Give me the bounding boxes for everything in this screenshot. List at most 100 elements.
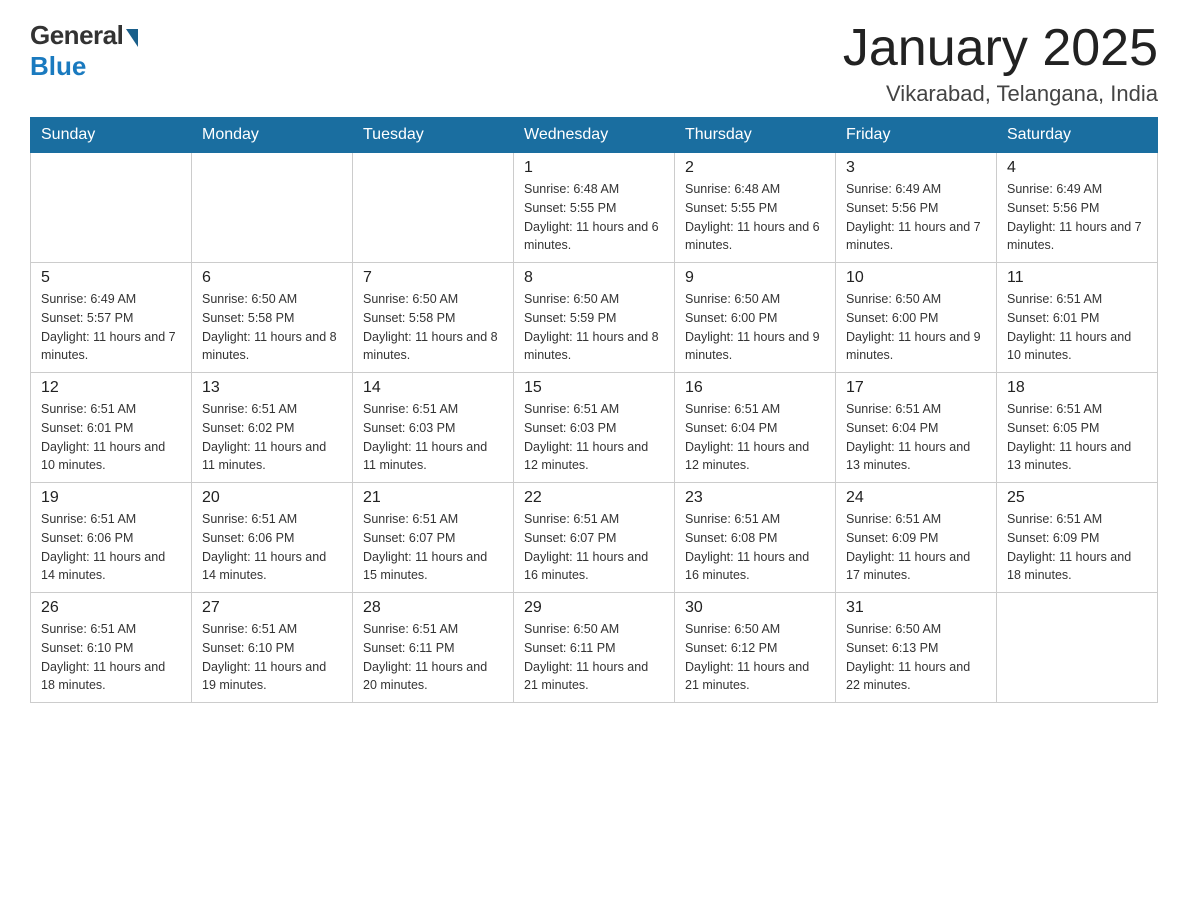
day-number: 2 (685, 159, 825, 177)
day-cell-16: 16Sunrise: 6:51 AMSunset: 6:04 PMDayligh… (675, 373, 836, 483)
day-info: Sunrise: 6:49 AMSunset: 5:56 PMDaylight:… (846, 180, 986, 255)
column-header-sunday: Sunday (31, 118, 192, 153)
day-cell-6: 6 Sunrise: 6:50 AMSunset: 5:58 PMDaylight… (192, 263, 353, 373)
day-info: Sunrise: 6:51 AMSunset: 6:01 PMDaylight:… (1007, 290, 1147, 365)
day-cell-21: 21Sunrise: 6:51 AMSunset: 6:07 PMDayligh… (353, 483, 514, 593)
day-number: 18 (1007, 379, 1147, 397)
day-number: 5 (41, 269, 181, 287)
day-info: Sunrise: 6:51 AMSunset: 6:09 PMDaylight:… (846, 510, 986, 585)
column-header-thursday: Thursday (675, 118, 836, 153)
day-number: 27 (202, 599, 342, 617)
day-info: Sunrise: 6:50 AMSunset: 5:59 PMDaylight:… (524, 290, 664, 365)
day-info: Sunrise: 6:50 AMSunset: 6:00 PMDaylight:… (846, 290, 986, 365)
day-number: 23 (685, 489, 825, 507)
day-info: Sunrise: 6:51 AMSunset: 6:01 PMDaylight:… (41, 400, 181, 475)
day-number: 10 (846, 269, 986, 287)
day-info: Sunrise: 6:51 AMSunset: 6:06 PMDaylight:… (41, 510, 181, 585)
day-info: Sunrise: 6:51 AMSunset: 6:10 PMDaylight:… (202, 620, 342, 695)
calendar-title: January 2025 (843, 20, 1158, 77)
day-number: 14 (363, 379, 503, 397)
day-cell-20: 20 Sunrise: 6:51 AMSunset: 6:06 PMDayligh… (192, 483, 353, 593)
day-number: 24 (846, 489, 986, 507)
day-number: 16 (685, 379, 825, 397)
page-header: General Blue January 2025 Vikarabad, Tel… (30, 20, 1158, 107)
day-cell-14: 14Sunrise: 6:51 AMSunset: 6:03 PMDayligh… (353, 373, 514, 483)
day-info: Sunrise: 6:51 AMSunset: 6:09 PMDaylight:… (1007, 510, 1147, 585)
day-info: Sunrise: 6:50 AMSunset: 6:12 PMDaylight:… (685, 620, 825, 695)
day-number: 9 (685, 269, 825, 287)
day-info: Sunrise: 6:51 AMSunset: 6:07 PMDaylight:… (524, 510, 664, 585)
day-number: 30 (685, 599, 825, 617)
logo: General Blue (30, 20, 138, 82)
day-number: 11 (1007, 269, 1147, 287)
day-cell-31: 31 Sunrise: 6:50 AMSunset: 6:13 PMDayligh… (836, 593, 997, 703)
day-cell-30: 30 Sunrise: 6:50 AMSunset: 6:12 PMDayligh… (675, 593, 836, 703)
day-number: 26 (41, 599, 181, 617)
day-info: Sunrise: 6:51 AMSunset: 6:06 PMDaylight:… (202, 510, 342, 585)
day-cell-7: 7Sunrise: 6:50 AMSunset: 5:58 PMDaylight… (353, 263, 514, 373)
day-number: 21 (363, 489, 503, 507)
day-info: Sunrise: 6:50 AMSunset: 6:13 PMDaylight:… (846, 620, 986, 695)
day-info: Sunrise: 6:50 AMSunset: 6:11 PMDaylight:… (524, 620, 664, 695)
day-number: 8 (524, 269, 664, 287)
calendar-table: SundayMondayTuesdayWednesdayThursdayFrid… (30, 117, 1158, 703)
logo-general-text: General (30, 20, 123, 51)
day-info: Sunrise: 6:50 AMSunset: 5:58 PMDaylight:… (202, 290, 342, 365)
day-info: Sunrise: 6:51 AMSunset: 6:10 PMDaylight:… (41, 620, 181, 695)
day-number: 12 (41, 379, 181, 397)
column-header-tuesday: Tuesday (353, 118, 514, 153)
column-header-friday: Friday (836, 118, 997, 153)
day-cell-10: 10 Sunrise: 6:50 AMSunset: 6:00 PMDayligh… (836, 263, 997, 373)
day-number: 25 (1007, 489, 1147, 507)
day-number: 29 (524, 599, 664, 617)
day-number: 17 (846, 379, 986, 397)
day-number: 1 (524, 159, 664, 177)
day-cell-22: 22 Sunrise: 6:51 AMSunset: 6:07 PMDayligh… (514, 483, 675, 593)
week-row-2: 5 Sunrise: 6:49 AMSunset: 5:57 PMDaylight… (31, 263, 1158, 373)
day-number: 15 (524, 379, 664, 397)
day-cell-25: 25 Sunrise: 6:51 AMSunset: 6:09 PMDayligh… (997, 483, 1158, 593)
day-cell-9: 9Sunrise: 6:50 AMSunset: 6:00 PMDaylight… (675, 263, 836, 373)
week-row-1: 1 Sunrise: 6:48 AMSunset: 5:55 PMDaylight… (31, 153, 1158, 263)
week-row-3: 12 Sunrise: 6:51 AMSunset: 6:01 PMDayligh… (31, 373, 1158, 483)
empty-cell (192, 153, 353, 263)
logo-arrow-icon (126, 29, 138, 47)
day-info: Sunrise: 6:49 AMSunset: 5:56 PMDaylight:… (1007, 180, 1147, 255)
day-info: Sunrise: 6:51 AMSunset: 6:04 PMDaylight:… (846, 400, 986, 475)
column-header-saturday: Saturday (997, 118, 1158, 153)
day-number: 7 (363, 269, 503, 287)
day-cell-13: 13Sunrise: 6:51 AMSunset: 6:02 PMDayligh… (192, 373, 353, 483)
day-cell-24: 24 Sunrise: 6:51 AMSunset: 6:09 PMDayligh… (836, 483, 997, 593)
day-number: 4 (1007, 159, 1147, 177)
day-info: Sunrise: 6:51 AMSunset: 6:05 PMDaylight:… (1007, 400, 1147, 475)
day-number: 6 (202, 269, 342, 287)
day-info: Sunrise: 6:51 AMSunset: 6:03 PMDaylight:… (524, 400, 664, 475)
column-header-monday: Monday (192, 118, 353, 153)
day-number: 20 (202, 489, 342, 507)
empty-cell (31, 153, 192, 263)
logo-blue-text: Blue (30, 51, 86, 82)
day-cell-1: 1 Sunrise: 6:48 AMSunset: 5:55 PMDaylight… (514, 153, 675, 263)
day-cell-17: 17 Sunrise: 6:51 AMSunset: 6:04 PMDayligh… (836, 373, 997, 483)
day-info: Sunrise: 6:49 AMSunset: 5:57 PMDaylight:… (41, 290, 181, 365)
empty-cell (353, 153, 514, 263)
column-header-wednesday: Wednesday (514, 118, 675, 153)
calendar-subtitle: Vikarabad, Telangana, India (843, 81, 1158, 107)
day-number: 31 (846, 599, 986, 617)
day-cell-18: 18 Sunrise: 6:51 AMSunset: 6:05 PMDayligh… (997, 373, 1158, 483)
day-cell-29: 29 Sunrise: 6:50 AMSunset: 6:11 PMDayligh… (514, 593, 675, 703)
day-cell-8: 8 Sunrise: 6:50 AMSunset: 5:59 PMDaylight… (514, 263, 675, 373)
day-number: 22 (524, 489, 664, 507)
day-cell-23: 23Sunrise: 6:51 AMSunset: 6:08 PMDayligh… (675, 483, 836, 593)
day-number: 19 (41, 489, 181, 507)
day-cell-3: 3Sunrise: 6:49 AMSunset: 5:56 PMDaylight… (836, 153, 997, 263)
calendar-header-row: SundayMondayTuesdayWednesdayThursdayFrid… (31, 118, 1158, 153)
day-cell-26: 26 Sunrise: 6:51 AMSunset: 6:10 PMDayligh… (31, 593, 192, 703)
day-cell-12: 12 Sunrise: 6:51 AMSunset: 6:01 PMDayligh… (31, 373, 192, 483)
day-cell-27: 27 Sunrise: 6:51 AMSunset: 6:10 PMDayligh… (192, 593, 353, 703)
title-section: January 2025 Vikarabad, Telangana, India (843, 20, 1158, 107)
day-cell-2: 2Sunrise: 6:48 AMSunset: 5:55 PMDaylight… (675, 153, 836, 263)
day-number: 13 (202, 379, 342, 397)
day-cell-28: 28Sunrise: 6:51 AMSunset: 6:11 PMDayligh… (353, 593, 514, 703)
day-info: Sunrise: 6:48 AMSunset: 5:55 PMDaylight:… (524, 180, 664, 255)
